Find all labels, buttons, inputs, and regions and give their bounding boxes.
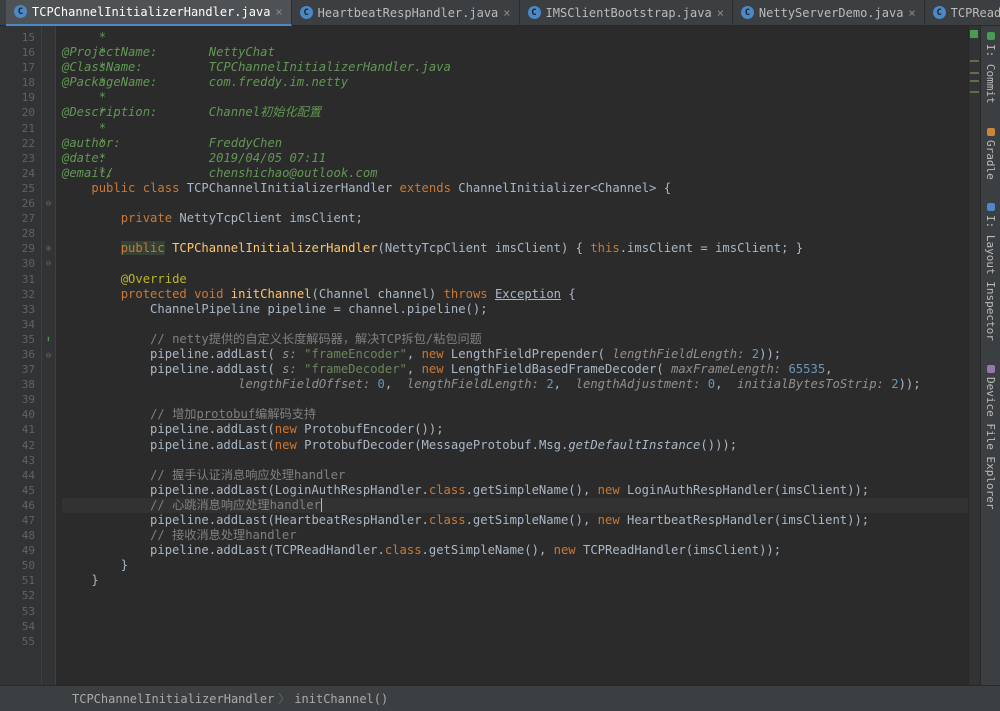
close-icon[interactable]: ×: [908, 6, 915, 20]
editor-tabs: C TCPChannelInitializerHandler.java × C …: [0, 0, 1000, 26]
tab-label: IMSClientBootstrap.java: [546, 6, 712, 20]
side-tab-layout-inspector[interactable]: I: Layout Inspector: [984, 203, 997, 341]
class-icon: C: [300, 6, 313, 19]
tab-tcpchannelinit[interactable]: C TCPChannelInitializerHandler.java ×: [6, 0, 292, 26]
line-gutter[interactable]: 1516171819202122232425262728293031323334…: [0, 26, 42, 685]
chevron-right-icon: 〉: [278, 690, 290, 707]
side-tab-gradle[interactable]: Gradle: [984, 128, 997, 180]
class-icon: C: [933, 6, 946, 19]
class-icon: C: [741, 6, 754, 19]
tab-imsclient[interactable]: C IMSClientBootstrap.java ×: [520, 0, 733, 26]
tab-tcpread[interactable]: C TCPReadHandler.java ×: [925, 0, 1000, 26]
gutter-marks[interactable]: ⊖⊕⊖⬆ ⊖: [42, 26, 56, 685]
tab-heartbeat[interactable]: C HeartbeatRespHandler.java ×: [292, 0, 520, 26]
tab-label: TCPReadHandler.java: [951, 6, 1000, 20]
code-area[interactable]: * @ProjectName: NettyChat * @ClassName: …: [56, 26, 1000, 685]
side-tab-commit[interactable]: I: Commit: [984, 32, 997, 104]
close-icon[interactable]: ×: [275, 5, 282, 19]
tab-nettyserver[interactable]: C NettyServerDemo.java ×: [733, 0, 925, 26]
close-icon[interactable]: ×: [717, 6, 724, 20]
class-icon: C: [14, 5, 27, 18]
editor-area: 1516171819202122232425262728293031323334…: [0, 26, 1000, 685]
tab-label: TCPChannelInitializerHandler.java: [32, 5, 270, 19]
close-icon[interactable]: ×: [503, 6, 510, 20]
error-stripe[interactable]: [968, 26, 980, 685]
right-tool-tabs: I: Commit Gradle I: Layout Inspector Dev…: [980, 26, 1000, 685]
tab-label: HeartbeatRespHandler.java: [318, 6, 499, 20]
breadcrumb-class[interactable]: TCPChannelInitializerHandler: [72, 692, 274, 706]
class-icon: C: [528, 6, 541, 19]
side-tab-device-explorer[interactable]: Device File Explorer: [984, 365, 997, 509]
breadcrumb: TCPChannelInitializerHandler 〉 initChann…: [0, 685, 1000, 711]
tab-label: NettyServerDemo.java: [759, 6, 904, 20]
breadcrumb-method[interactable]: initChannel(): [294, 692, 388, 706]
inspection-ok-icon: [970, 30, 978, 38]
